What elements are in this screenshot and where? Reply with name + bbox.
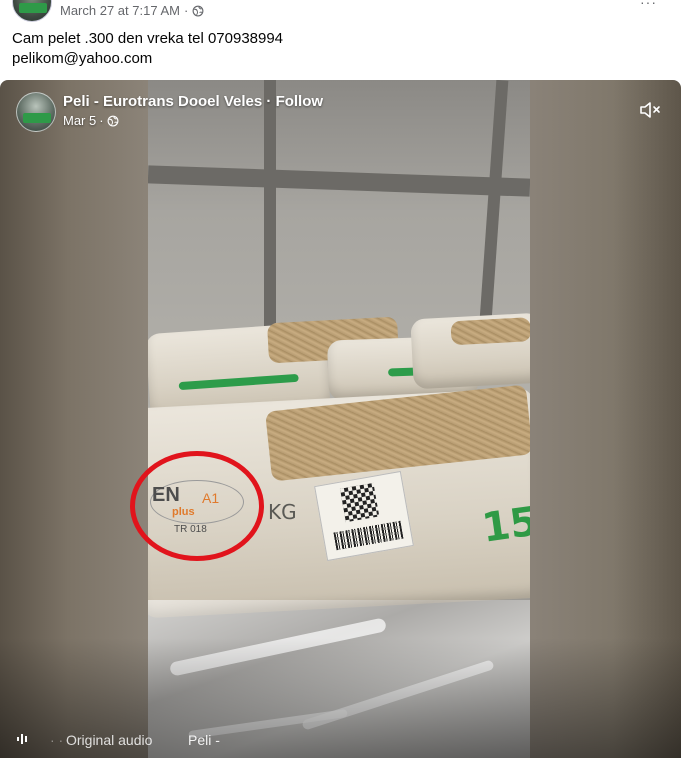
bag-back-right — [410, 312, 530, 390]
pellets-right — [450, 317, 530, 346]
audio-author[interactable]: Peli - — [188, 732, 220, 748]
post-timestamp[interactable]: March 27 at 7:17 AM — [60, 3, 180, 18]
qr-label — [314, 470, 414, 562]
audio-bar: · · Original audio Peli - — [0, 726, 681, 754]
video-header: Peli - Eurotrans Dooel Veles · Follow Ma… — [0, 80, 681, 160]
post-text-line-1: Cam pelet .300 den vreka tel 070938994 — [12, 30, 284, 47]
globe-icon — [107, 115, 119, 126]
plastic-highlight — [301, 659, 495, 731]
post-avatar[interactable] — [12, 0, 52, 22]
meta-separator: · — [183, 3, 189, 18]
rail-horizontal — [148, 165, 530, 197]
video-date[interactable]: Mar 5 — [63, 113, 96, 128]
post-text: Cam pelet .300 den vreka tel 070938994 p… — [12, 29, 283, 69]
barcode — [333, 520, 404, 551]
qr-code — [339, 482, 380, 523]
video-player[interactable]: EN plus A1 TR 018 KG 15K Peli - Eurotran… — [0, 80, 681, 758]
audio-label[interactable]: Original audio — [66, 732, 152, 748]
page-name[interactable]: Peli - Eurotrans Dooel Veles · Follow — [63, 93, 323, 110]
highlight-circle — [130, 451, 264, 561]
globe-icon — [192, 5, 204, 16]
page-avatar[interactable] — [16, 92, 56, 132]
audio-dots: · · — [50, 732, 64, 748]
page-date: Mar 5 · — [63, 113, 119, 128]
post-header: March 27 at 7:17 AM · ··· — [0, 0, 681, 26]
mute-icon[interactable] — [638, 100, 662, 120]
bag-stripe — [178, 373, 299, 391]
plastic-highlight — [168, 617, 388, 677]
post-meta: March 27 at 7:17 AM · — [60, 3, 204, 18]
bag-kg-label: KG — [268, 500, 297, 524]
date-separator: · — [99, 113, 104, 128]
video-frame: EN plus A1 TR 018 KG 15K — [148, 80, 530, 758]
audio-icon[interactable] — [16, 732, 30, 746]
more-icon[interactable]: ··· — [640, 0, 657, 10]
post-text-line-2[interactable]: pelikom@yahoo.com — [12, 49, 283, 69]
